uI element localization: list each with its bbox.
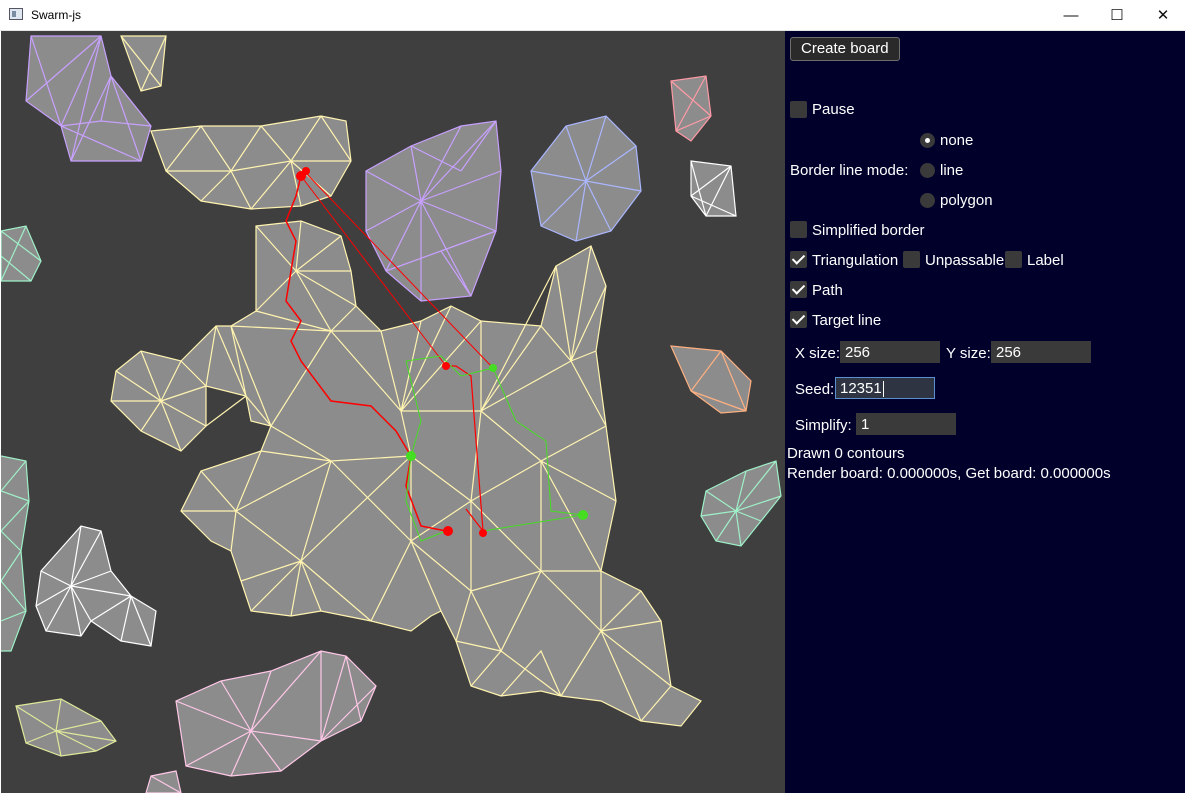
maximize-button[interactable]: ☐	[1094, 0, 1140, 30]
control-panel: Create board Pause Border line mode: non…	[785, 31, 1185, 793]
border-line-mode-label: Border line mode:	[790, 162, 909, 179]
target-line-checkbox[interactable]	[790, 311, 807, 328]
seed-input[interactable]: 12351	[835, 377, 935, 399]
triangulation-label: Triangulation	[812, 252, 899, 269]
contours-status: Drawn 0 contours	[787, 445, 905, 462]
seed-value: 12351	[840, 380, 882, 397]
simplify-label: Simplify:	[795, 417, 852, 434]
y-size-input[interactable]: 256	[991, 341, 1091, 363]
board-drawing	[1, 35, 782, 793]
path-label: Path	[812, 282, 843, 299]
x-size-input[interactable]: 256	[840, 341, 940, 363]
unpassable-label: Unpassable	[925, 252, 1005, 269]
path-checkbox[interactable]	[790, 281, 807, 298]
region-white-left	[36, 526, 156, 646]
create-board-button[interactable]: Create board	[790, 37, 900, 61]
red-agent	[442, 362, 450, 370]
red-agent	[479, 529, 487, 537]
green-agent	[406, 451, 416, 461]
border-mode-polygon-label: polygon	[940, 192, 993, 209]
window-title: Swarm-js	[31, 8, 81, 22]
region-fills	[1, 36, 781, 793]
simplified-border-checkbox[interactable]	[790, 221, 807, 238]
simplify-input[interactable]: 1	[856, 413, 956, 435]
minimize-button[interactable]: —	[1048, 0, 1094, 30]
timing-status: Render board: 0.000000s, Get board: 0.00…	[787, 465, 1111, 482]
red-agent	[443, 526, 453, 536]
title-bar: Swarm-js — ☐ ✕	[0, 0, 1186, 31]
border-mode-polygon-radio[interactable]	[920, 193, 935, 208]
border-mode-none-radio[interactable]	[920, 133, 935, 148]
region-green-bottom	[16, 699, 116, 756]
green-agent	[578, 510, 588, 520]
border-mode-line-radio[interactable]	[920, 163, 935, 178]
unpassable-checkbox[interactable]	[903, 251, 920, 268]
pause-checkbox[interactable]	[790, 101, 807, 118]
region-orange	[671, 346, 751, 413]
region-purple-mid	[366, 121, 501, 301]
close-button[interactable]: ✕	[1140, 0, 1186, 30]
app-icon	[9, 8, 23, 20]
text-caret	[882, 381, 884, 398]
seed-label: Seed:	[795, 381, 835, 398]
border-mode-none-label: none	[940, 132, 974, 149]
board-canvas[interactable]	[1, 31, 785, 793]
target-line-label: Target line	[812, 312, 882, 329]
region-yellow-upper	[151, 116, 351, 209]
y-size-label: Y size:	[946, 345, 991, 362]
border-mode-line-label: line	[940, 162, 964, 179]
simplified-border-label: Simplified border	[812, 222, 925, 239]
label-checkbox[interactable]	[1005, 251, 1022, 268]
red-agent	[302, 167, 310, 175]
label-label: Label	[1027, 252, 1064, 269]
triangulation-checkbox[interactable]	[790, 251, 807, 268]
pause-label: Pause	[812, 101, 855, 118]
green-agent	[489, 364, 497, 372]
x-size-label: X size:	[795, 345, 841, 362]
